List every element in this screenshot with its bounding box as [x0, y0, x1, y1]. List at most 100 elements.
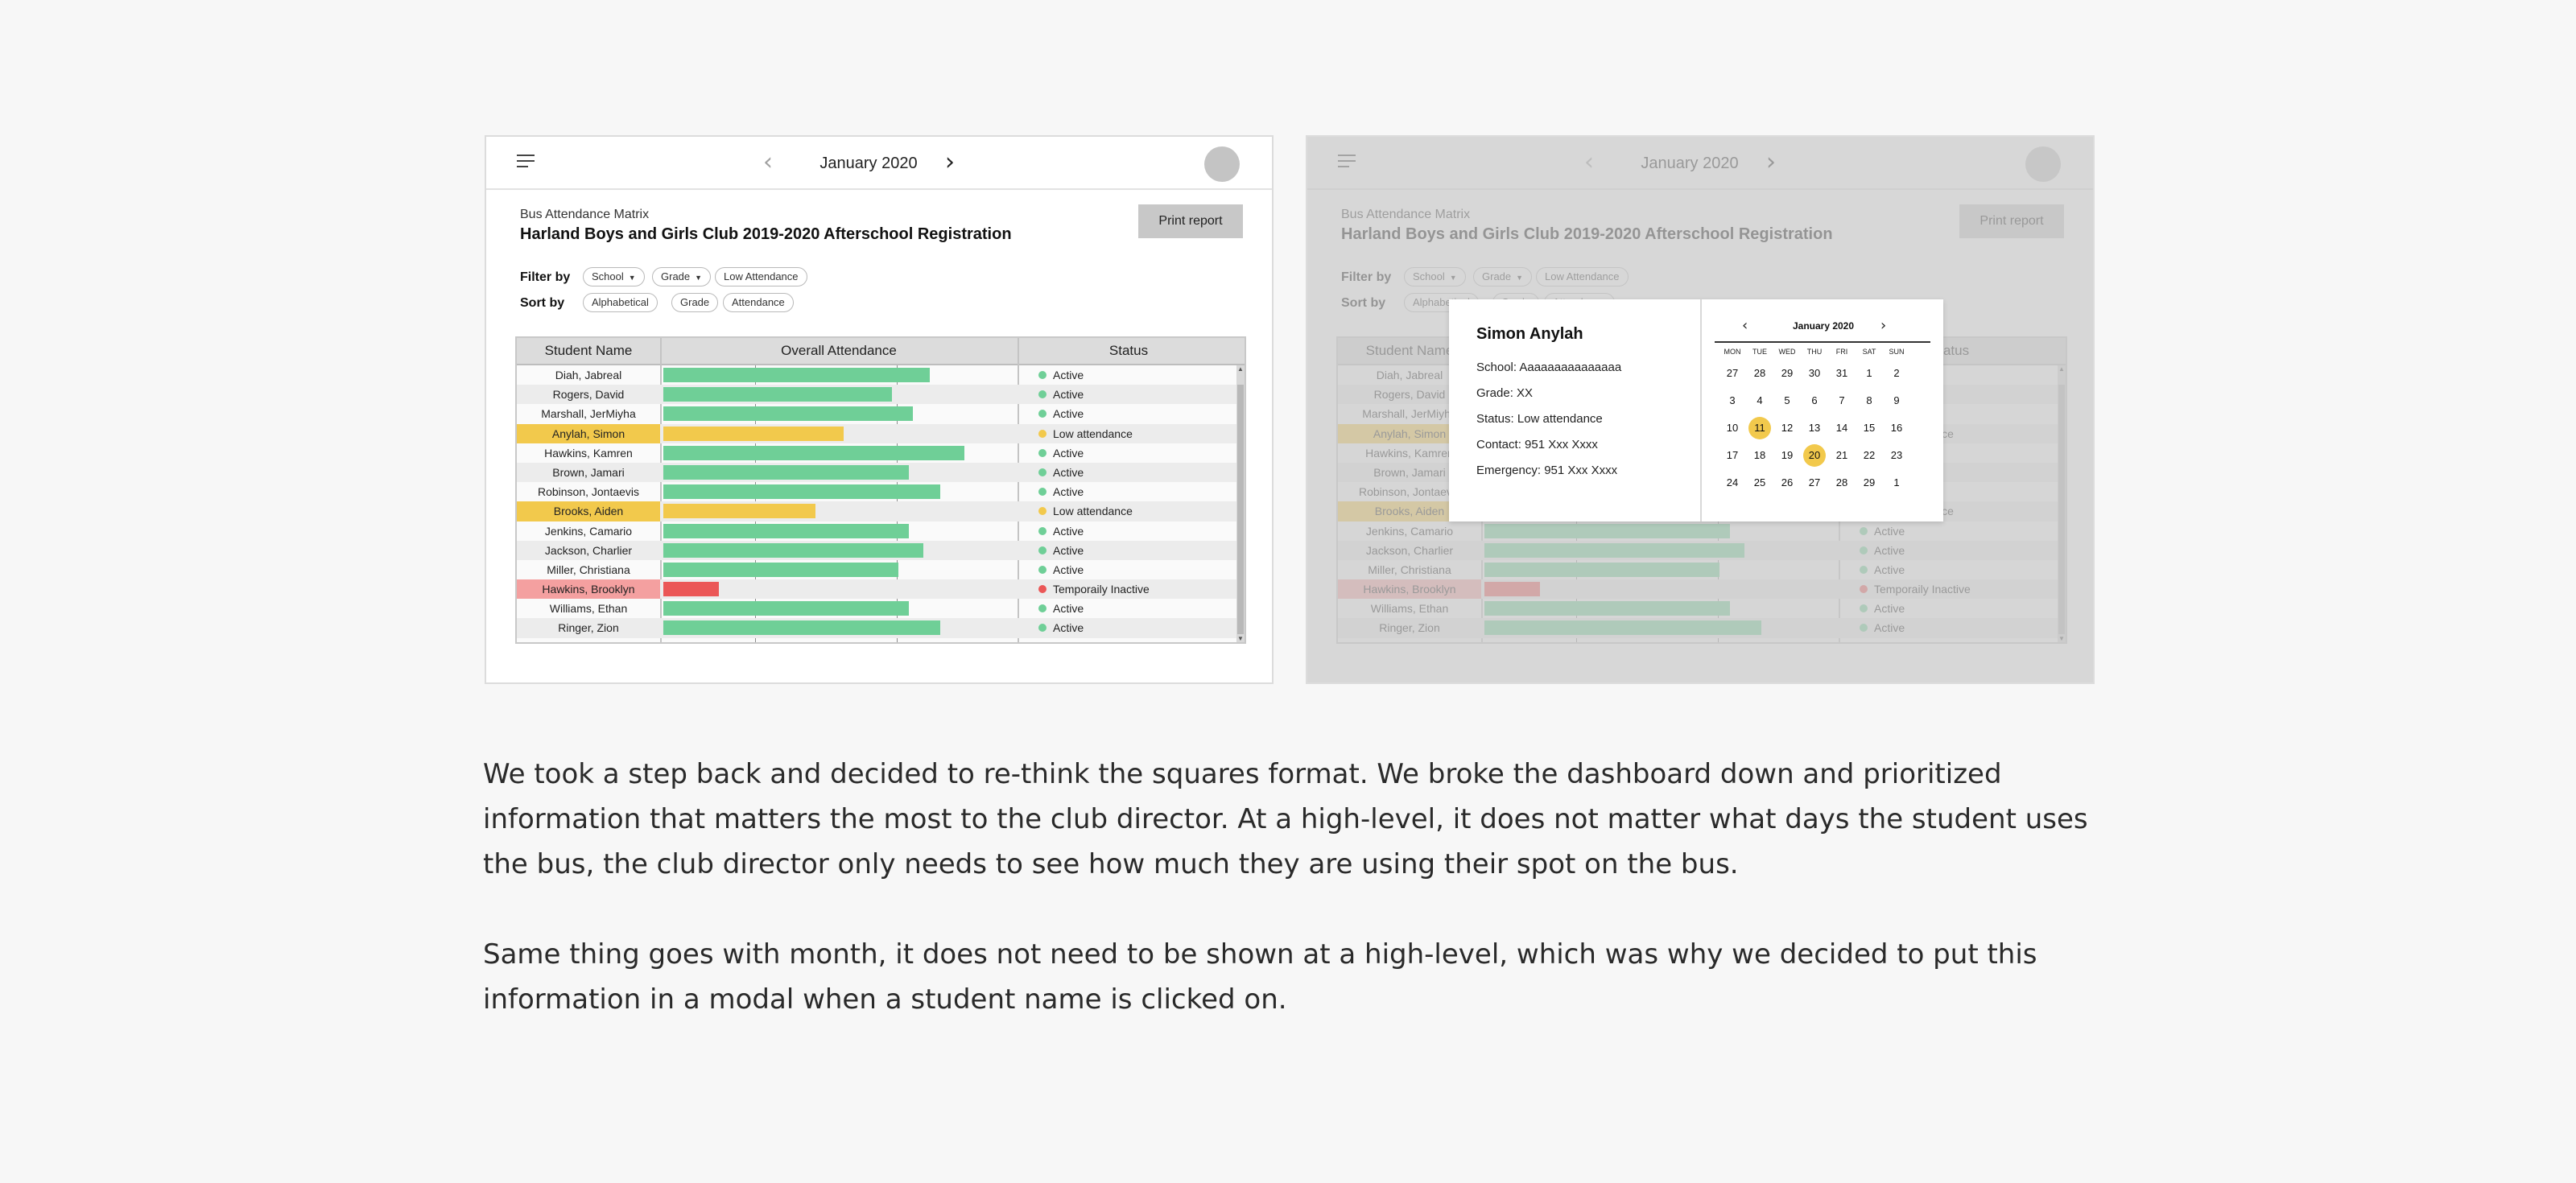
student-name[interactable]: Miller, Christiana	[517, 560, 660, 579]
print-report-button[interactable]: Print report	[1138, 204, 1243, 238]
calendar-day[interactable]: 28	[1748, 362, 1771, 385]
attendance-bar	[663, 484, 940, 500]
table-row[interactable]: Robinson, Jontaevis Active	[517, 482, 1240, 501]
month-label: January 2020	[819, 155, 918, 172]
table-row[interactable]: Hawkins, Kamren Active	[517, 443, 1240, 463]
sort-chip-grade[interactable]: Grade	[671, 293, 719, 312]
filter-chip-school[interactable]: School ▼	[583, 267, 645, 286]
calendar-next-icon[interactable]: ›	[1880, 317, 1886, 334]
calendar-day[interactable]: 14	[1831, 417, 1853, 439]
scrollbar[interactable]: ▲▼	[1236, 365, 1245, 642]
top-bar: ‹ January 2020 ›	[486, 137, 1272, 190]
calendar-day[interactable]: 29	[1776, 362, 1798, 385]
student-name[interactable]: Jackson, Charlier	[517, 541, 660, 560]
calendar-day[interactable]: 12	[1776, 417, 1798, 439]
caret-down-icon: ▼	[695, 274, 703, 282]
student-name[interactable]: Rogers, David	[517, 385, 660, 404]
calendar-day[interactable]: 22	[1858, 444, 1880, 467]
calendar-weekday: MON	[1724, 348, 1741, 356]
calendar-day[interactable]: 28	[1831, 472, 1853, 494]
calendar-day[interactable]: 11	[1748, 417, 1771, 439]
menu-icon[interactable]	[517, 155, 536, 171]
calendar-day[interactable]: 6	[1803, 390, 1826, 412]
calendar-day[interactable]: 8	[1858, 390, 1880, 412]
calendar-day[interactable]: 27	[1721, 362, 1744, 385]
calendar-day[interactable]: 1	[1858, 362, 1880, 385]
calendar-day[interactable]: 25	[1748, 472, 1771, 494]
student-name[interactable]: Jenkins, Camario	[517, 521, 660, 541]
calendar-day[interactable]: 31	[1831, 362, 1853, 385]
calendar-prev-icon[interactable]: ‹	[1742, 317, 1748, 334]
filter-chip-low-attendance[interactable]: Low Attendance	[715, 267, 807, 286]
calendar-day[interactable]: 13	[1803, 417, 1826, 439]
calendar-day[interactable]: 7	[1831, 390, 1853, 412]
attendance-bar	[663, 620, 940, 636]
calendar-day[interactable]: 23	[1885, 444, 1908, 467]
column-header-student-name[interactable]: Student Name	[517, 338, 660, 364]
student-name[interactable]: Hawkins, Brooklyn	[517, 579, 660, 600]
table-row[interactable]: Miller, Christiana Active	[517, 560, 1240, 579]
table-row[interactable]: Marshall, JerMiyha Active	[517, 404, 1240, 423]
column-header-status[interactable]: Status	[1018, 338, 1240, 364]
student-name[interactable]: Brooks, Aiden	[517, 501, 660, 521]
scroll-thumb[interactable]	[1237, 385, 1244, 634]
modal-info-line: Emergency: 951 Xxx Xxxx	[1476, 464, 1618, 477]
table-row[interactable]: Jenkins, Camario Active	[517, 521, 1240, 541]
scroll-down-icon[interactable]: ▼	[1237, 635, 1244, 642]
avatar[interactable]	[1204, 146, 1240, 182]
attendance-bar	[663, 445, 964, 460]
table-row[interactable]: Brown, Jamari Active	[517, 462, 1240, 483]
calendar-day[interactable]: 20	[1803, 444, 1826, 467]
calendar-day[interactable]: 19	[1776, 444, 1798, 467]
chevron-left-icon[interactable]: ‹	[763, 148, 773, 177]
calendar-day[interactable]: 16	[1885, 417, 1908, 439]
column-header-overall-attendance[interactable]: Overall Attendance	[660, 338, 1018, 364]
filter-chip-label: Low Attendance	[724, 270, 799, 282]
calendar-day[interactable]: 27	[1803, 472, 1826, 494]
table-row[interactable]: Diah, Jabreal Active	[517, 365, 1240, 385]
status-text: Active	[1053, 602, 1084, 616]
status-text: Active	[1053, 543, 1084, 557]
calendar-day[interactable]: 1	[1885, 472, 1908, 494]
student-name[interactable]: Marshall, JerMiyha	[517, 404, 660, 423]
student-name[interactable]: Hawkins, Kamren	[517, 443, 660, 463]
status-text: Active	[1053, 621, 1084, 635]
calendar-day[interactable]: 10	[1721, 417, 1744, 439]
student-name[interactable]: Anylah, Simon	[517, 423, 660, 443]
student-name[interactable]: Ringer, Zion	[517, 618, 660, 637]
calendar-day[interactable]: 21	[1831, 444, 1853, 467]
student-name[interactable]: Diah, Jabreal	[517, 365, 660, 385]
calendar-day[interactable]: 26	[1776, 472, 1798, 494]
modal-divider	[1700, 299, 1702, 521]
calendar-day[interactable]: 17	[1721, 444, 1744, 467]
table-row[interactable]: Williams, Ethan Active	[517, 599, 1240, 618]
calendar-day[interactable]: 18	[1748, 444, 1771, 467]
student-name[interactable]: Brown, Jamari	[517, 463, 660, 482]
table-row[interactable]: Hawkins, Brooklyn Temporaily Inactive	[517, 579, 1240, 600]
student-name[interactable]: Williams, Ethan	[517, 599, 660, 618]
calendar-day[interactable]: 5	[1776, 390, 1798, 412]
scroll-up-icon[interactable]: ▲	[1237, 365, 1244, 373]
filter-chip-grade[interactable]: Grade ▼	[652, 267, 712, 286]
table-row[interactable]: Brooks, Aiden Low attendance	[517, 501, 1240, 521]
calendar-day[interactable]: 24	[1721, 472, 1744, 494]
calendar-day[interactable]: 29	[1858, 472, 1880, 494]
table-row[interactable]: Jackson, Charlier Active	[517, 540, 1240, 560]
calendar-day[interactable]: 2	[1885, 362, 1908, 385]
calendar-day[interactable]: 15	[1858, 417, 1880, 439]
table-row[interactable]: Ringer, Zion Active	[517, 618, 1240, 638]
table-row[interactable]: Anylah, Simon Low attendance	[517, 423, 1240, 443]
filter-chip-label: Grade	[661, 270, 691, 282]
status-text: Active	[1053, 485, 1084, 499]
sort-chip-alphabetical[interactable]: Alphabetical	[583, 293, 658, 312]
page-subtitle: Bus Attendance Matrix	[520, 208, 650, 221]
calendar-day[interactable]: 9	[1885, 390, 1908, 412]
student-name[interactable]: Robinson, Jontaevis	[517, 482, 660, 501]
sort-chip-attendance[interactable]: Attendance	[723, 293, 794, 312]
calendar-day[interactable]: 3	[1721, 390, 1744, 412]
calendar-day[interactable]: 4	[1748, 390, 1771, 412]
calendar-day[interactable]: 30	[1803, 362, 1826, 385]
table-row[interactable]: Rogers, David Active	[517, 385, 1240, 405]
status-text: Active	[1053, 388, 1084, 402]
chevron-right-icon[interactable]: ›	[945, 148, 955, 177]
